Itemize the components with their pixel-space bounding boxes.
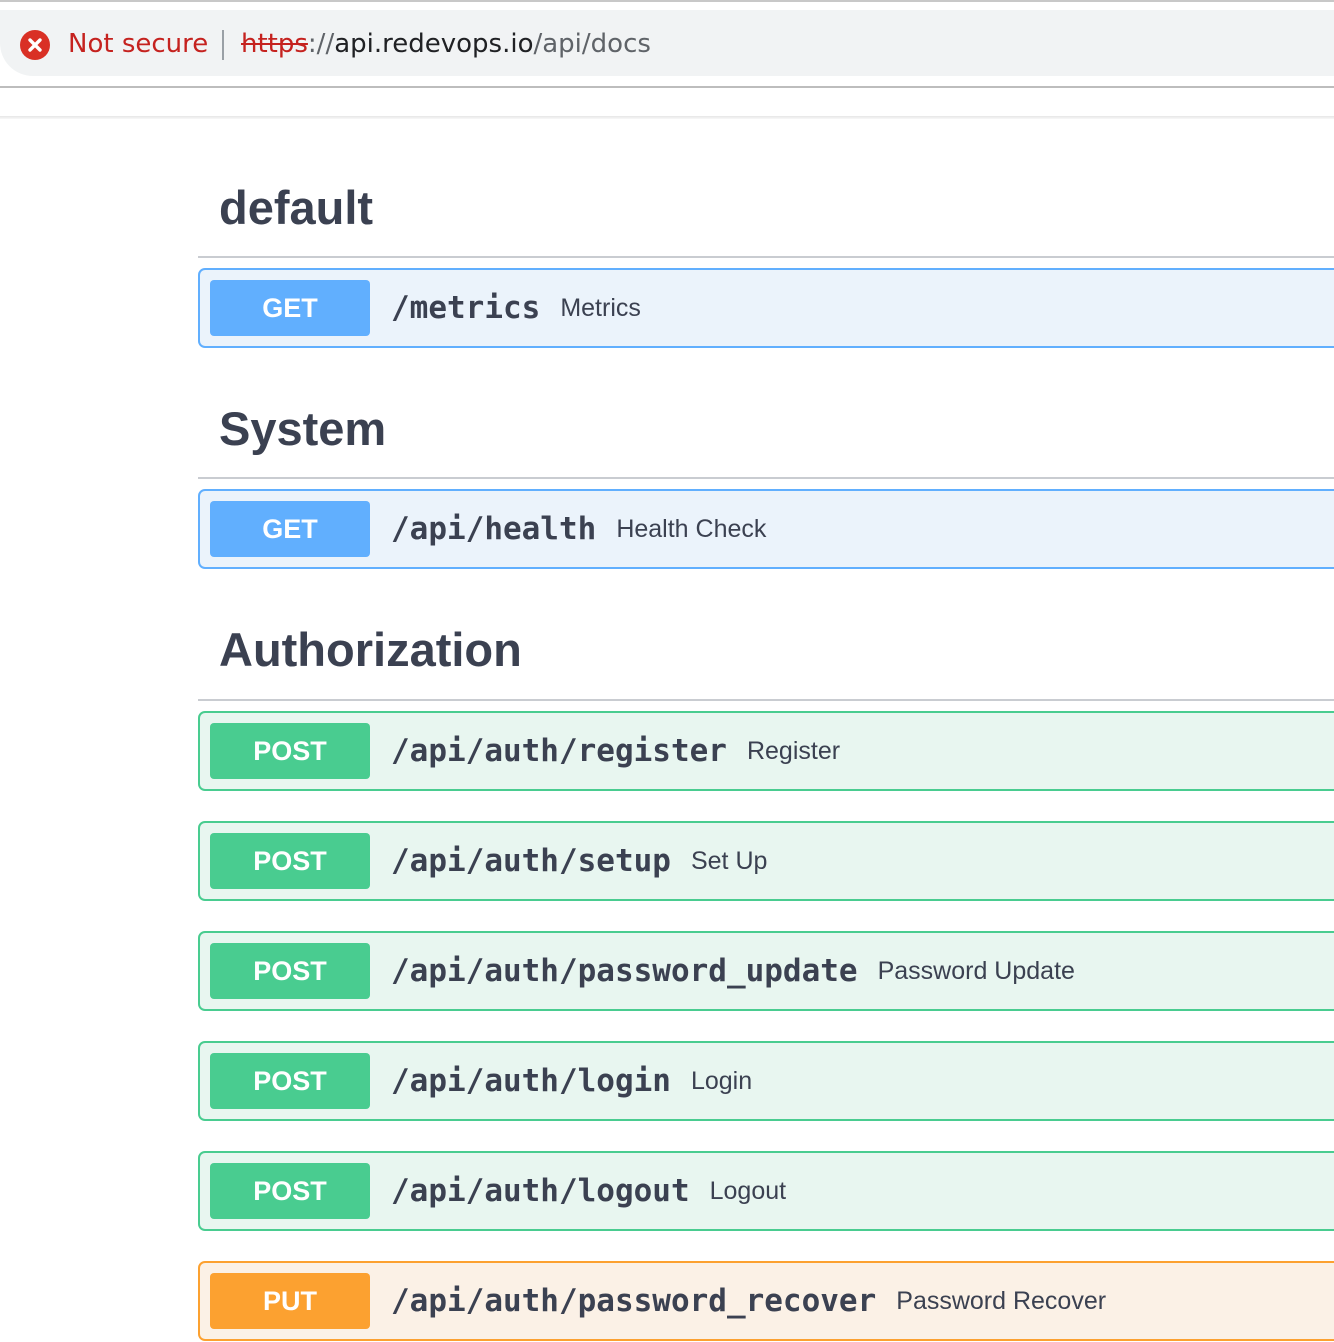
toolbar-divider <box>0 86 1334 88</box>
operation-get-api-health[interactable]: GET /api/health Health Check <box>198 489 1334 569</box>
content-top-divider <box>0 116 1334 119</box>
operation-post-auth-logout[interactable]: POST /api/auth/logout Logout <box>198 1151 1334 1231</box>
browser-address-bar: Not secure https://api.redevops.io/api/d… <box>0 0 1334 88</box>
method-badge: POST <box>210 1053 370 1109</box>
section-divider <box>198 256 1334 258</box>
operation-summary: Password Update <box>877 957 1075 985</box>
url-path: /api/docs <box>533 29 651 59</box>
url-scheme: https <box>241 29 308 59</box>
operation-path: /api/auth/register <box>391 733 727 769</box>
operation-path: /api/health <box>391 511 597 547</box>
url-divider <box>222 30 224 60</box>
operation-path: /api/auth/setup <box>391 843 671 879</box>
method-badge: PUT <box>210 1273 370 1329</box>
method-badge: POST <box>210 833 370 889</box>
url-separator: :// <box>307 29 335 59</box>
section-title-default[interactable]: default <box>219 180 373 235</box>
method-badge: GET <box>210 501 370 557</box>
method-badge: GET <box>210 280 370 336</box>
operation-post-auth-register[interactable]: POST /api/auth/register Register <box>198 711 1334 791</box>
section-divider <box>198 477 1334 479</box>
operation-post-auth-setup[interactable]: POST /api/auth/setup Set Up <box>198 821 1334 901</box>
error-circle-x-icon[interactable] <box>19 29 51 61</box>
section-title-authorization[interactable]: Authorization <box>219 622 522 677</box>
operation-summary: Register <box>746 737 841 765</box>
operation-put-auth-password-recover[interactable]: PUT /api/auth/password_recover Password R… <box>198 1261 1334 1341</box>
operation-summary: Password Recover <box>896 1287 1107 1315</box>
security-status-label[interactable]: Not secure <box>68 24 208 64</box>
operation-summary: Metrics <box>560 294 641 322</box>
url-text[interactable]: https://api.redevops.io/api/docs <box>241 24 651 64</box>
method-badge: POST <box>210 1163 370 1219</box>
method-badge: POST <box>210 723 370 779</box>
url-host: api.redevops.io <box>334 29 534 59</box>
operation-summary: Logout <box>709 1177 787 1205</box>
operation-path: /api/auth/logout <box>391 1173 690 1209</box>
operation-path: /api/auth/password_recover <box>391 1283 877 1319</box>
operation-summary: Login <box>690 1067 753 1095</box>
operation-path: /api/auth/login <box>391 1063 671 1099</box>
section-title-system[interactable]: System <box>219 401 386 456</box>
operation-summary: Health Check <box>616 515 767 543</box>
operation-summary: Set Up <box>690 847 768 875</box>
operation-post-auth-password-update[interactable]: POST /api/auth/password_update Password U… <box>198 931 1334 1011</box>
operation-get-metrics[interactable]: GET /metrics Metrics <box>198 268 1334 348</box>
operation-post-auth-login[interactable]: POST /api/auth/login Login <box>198 1041 1334 1121</box>
section-divider <box>198 699 1334 701</box>
operation-path: /api/auth/password_update <box>391 953 858 989</box>
method-badge: POST <box>210 943 370 999</box>
operation-path: /metrics <box>391 290 541 326</box>
